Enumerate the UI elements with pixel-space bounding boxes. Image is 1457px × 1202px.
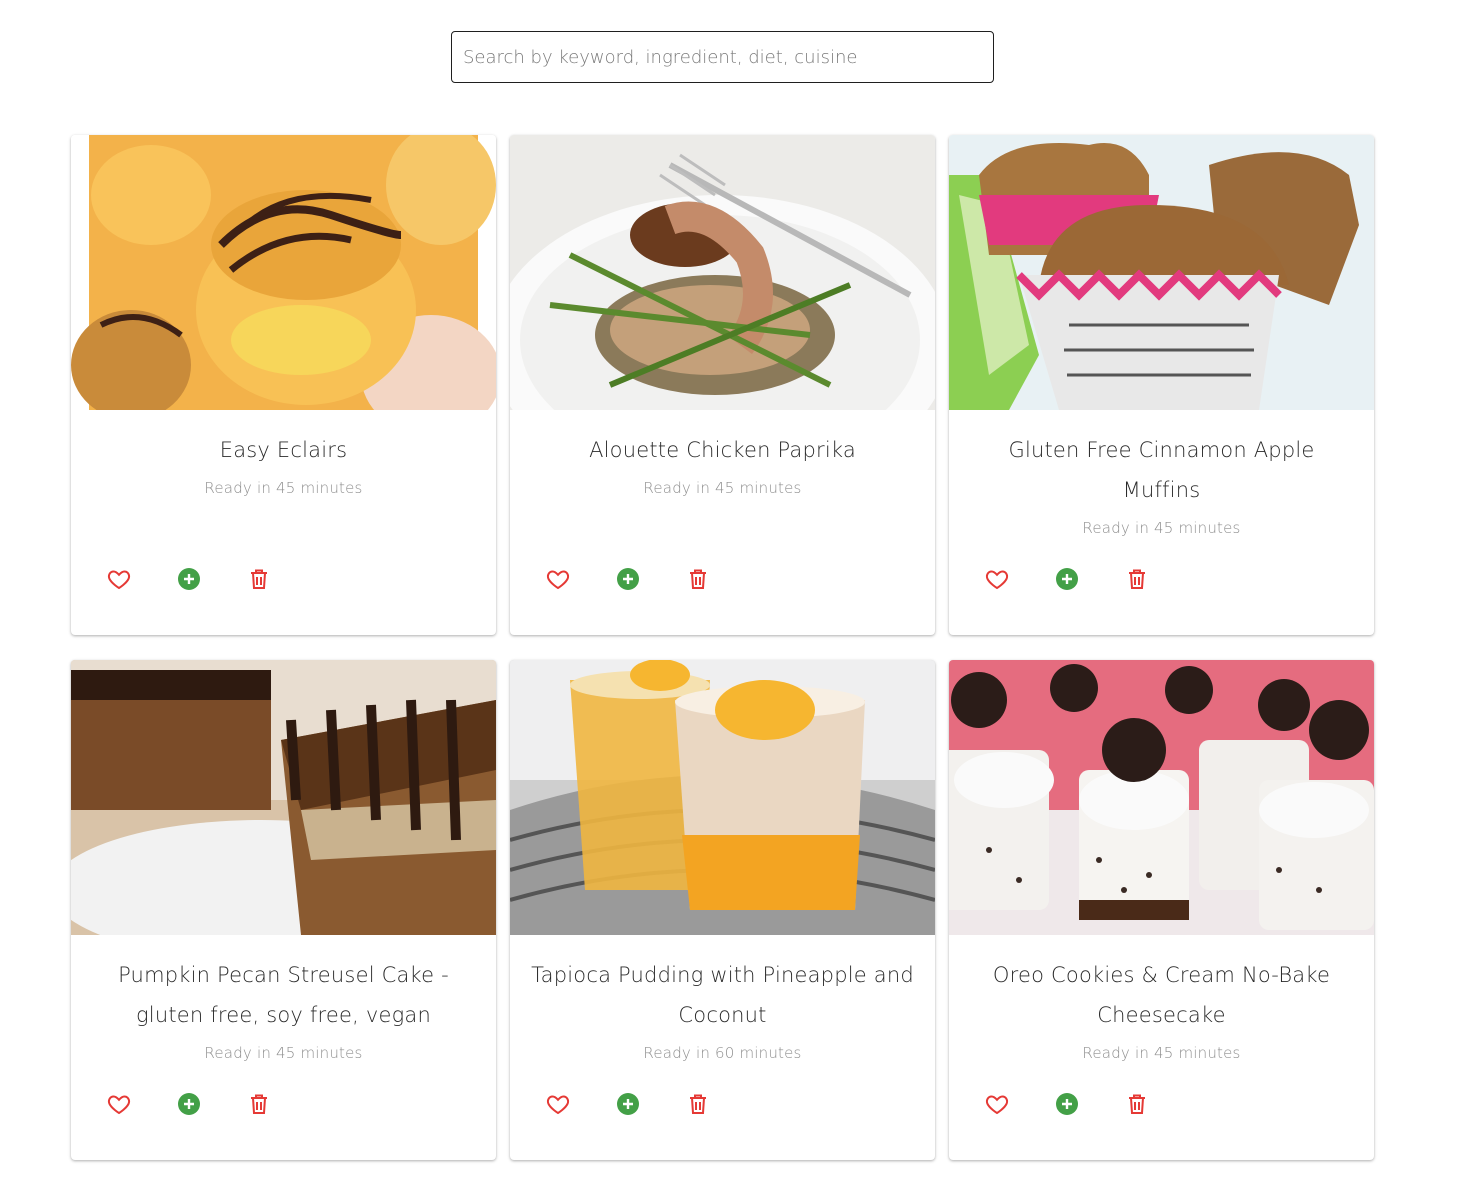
heart-outline-icon [107,570,131,590]
recipe-title[interactable]: Oreo Cookies & Cream No-Bake Cheesecake [967,955,1356,1035]
trash-icon [251,569,267,589]
card-actions [107,567,271,591]
add-circle-icon [178,568,200,590]
favorite-button[interactable] [985,1092,1009,1116]
delete-button[interactable] [247,567,271,591]
recipe-card[interactable]: Alouette Chicken Paprika Ready in 45 min… [510,135,935,635]
recipe-title[interactable]: Tapioca Pudding with Pineapple and Cocon… [528,955,917,1035]
trash-icon [251,1094,267,1114]
favorite-button[interactable] [546,567,570,591]
card-actions [985,1092,1149,1116]
card-actions [985,567,1149,591]
favorite-button[interactable] [546,1092,570,1116]
ready-time: Ready in 45 minutes [204,479,363,497]
ready-time: Ready in 45 minutes [643,479,802,497]
recipe-title[interactable]: Alouette Chicken Paprika [528,430,917,470]
recipe-card[interactable]: Tapioca Pudding with Pineapple and Cocon… [510,660,935,1160]
add-circle-icon [178,1093,200,1115]
favorite-button[interactable] [107,567,131,591]
favorite-button[interactable] [985,567,1009,591]
recipe-card[interactable]: Easy Eclairs Ready in 45 minutes [71,135,496,635]
add-button[interactable] [616,567,640,591]
search-bar [451,31,994,83]
card-actions [546,567,710,591]
ready-time: Ready in 45 minutes [1082,1044,1241,1062]
search-input[interactable] [451,31,994,83]
delete-button[interactable] [686,567,710,591]
recipe-image[interactable] [949,135,1374,410]
favorite-button[interactable] [107,1092,131,1116]
recipe-image[interactable] [949,660,1374,935]
heart-outline-icon [985,1095,1009,1115]
add-circle-icon [1056,568,1078,590]
recipe-card[interactable]: Oreo Cookies & Cream No-Bake Cheesecake … [949,660,1374,1160]
trash-icon [1129,569,1145,589]
recipe-title[interactable]: Easy Eclairs [89,430,478,470]
recipe-image[interactable] [510,135,935,410]
recipe-image[interactable] [510,660,935,935]
card-actions [546,1092,710,1116]
add-button[interactable] [177,1092,201,1116]
recipe-card[interactable]: Gluten Free Cinnamon Apple Muffins Ready… [949,135,1374,635]
add-button[interactable] [1055,567,1079,591]
recipe-image[interactable] [71,660,496,935]
card-actions [107,1092,271,1116]
heart-outline-icon [985,570,1009,590]
trash-icon [1129,1094,1145,1114]
add-circle-icon [1056,1093,1078,1115]
ready-time: Ready in 60 minutes [643,1044,802,1062]
delete-button[interactable] [1125,567,1149,591]
add-button[interactable] [177,567,201,591]
recipe-image[interactable] [71,135,496,410]
heart-outline-icon [107,1095,131,1115]
ready-time: Ready in 45 minutes [1082,519,1241,537]
recipe-card[interactable]: Pumpkin Pecan Streusel Cake - gluten fre… [71,660,496,1160]
add-circle-icon [617,1093,639,1115]
delete-button[interactable] [686,1092,710,1116]
add-button[interactable] [616,1092,640,1116]
delete-button[interactable] [247,1092,271,1116]
recipe-title[interactable]: Gluten Free Cinnamon Apple Muffins [967,430,1356,510]
trash-icon [690,1094,706,1114]
add-circle-icon [617,568,639,590]
heart-outline-icon [546,570,570,590]
recipe-title[interactable]: Pumpkin Pecan Streusel Cake - gluten fre… [89,955,478,1035]
heart-outline-icon [546,1095,570,1115]
ready-time: Ready in 45 minutes [204,1044,363,1062]
delete-button[interactable] [1125,1092,1149,1116]
add-button[interactable] [1055,1092,1079,1116]
trash-icon [690,569,706,589]
